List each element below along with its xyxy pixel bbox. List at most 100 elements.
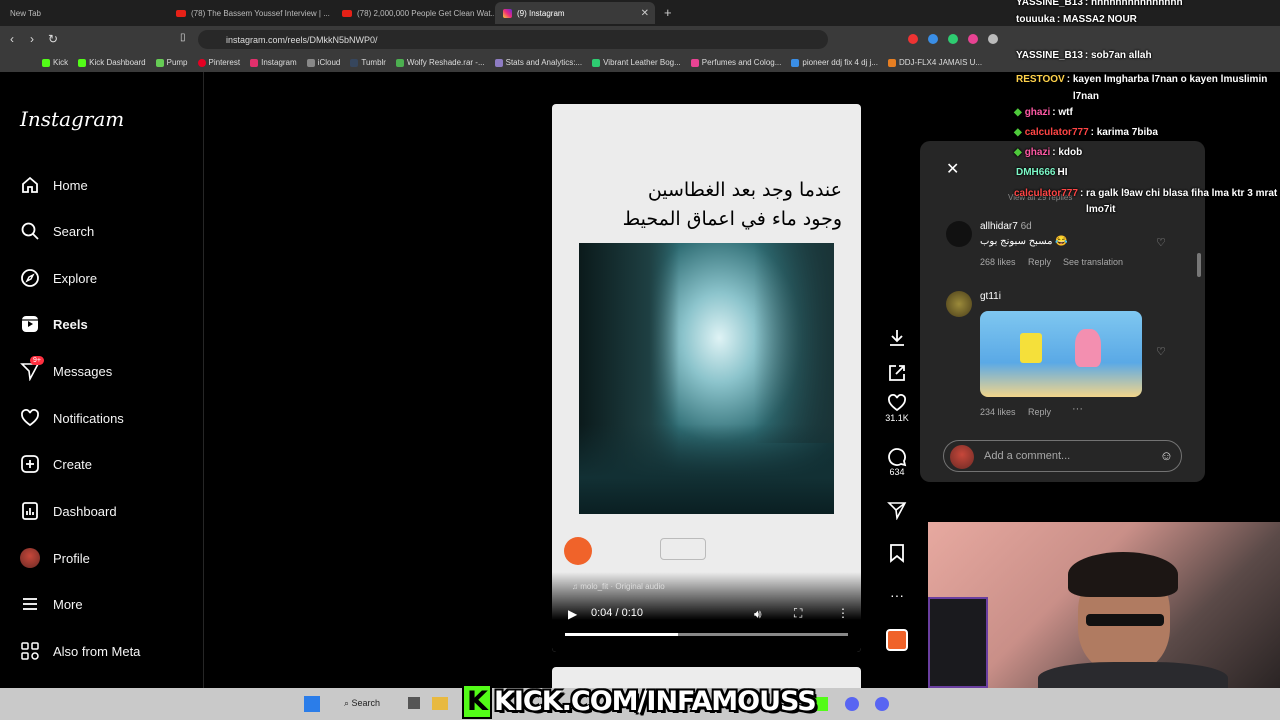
bookmark-vibrant[interactable]: Vibrant Leather Bog... [592,58,681,67]
address-bar[interactable]: instagram.com/reels/DMkkN5bNWP0/ [198,30,828,49]
comment-gif[interactable] [980,311,1142,397]
youtube-icon [176,9,186,17]
extension-icon[interactable] [908,34,918,44]
task-view-icon[interactable] [408,697,420,709]
tab-youtube-1[interactable]: (78) The Bassem Youssef Interview | ... [168,2,333,24]
comment-username[interactable]: allhidar7 6d [980,221,1032,232]
bookmark-icon [890,544,904,563]
windows-start-icon[interactable] [304,696,320,712]
nav-more[interactable]: More [20,591,83,617]
sunglasses [1086,614,1164,626]
tab-title: (78) The Bassem Youssef Interview | ... [191,8,330,18]
video-progress-bar[interactable] [565,633,848,636]
audio-label[interactable]: ♫ molo_fit · Original audio [572,582,665,591]
search-icon [20,221,40,241]
bookmark-kick[interactable]: Kick [42,58,68,67]
discord-icon[interactable] [845,697,859,711]
instagram-logo[interactable]: Instagram [20,107,124,131]
comment-like-icon[interactable]: ♡ [1156,236,1166,249]
back-icon[interactable]: ‹ [10,32,14,46]
person-hair [1068,552,1178,597]
send-icon [887,502,907,520]
comment-icon [888,448,907,467]
add-comment-input[interactable]: Add a comment... ☺ [943,440,1182,472]
bookmark-perfumes[interactable]: Perfumes and Colog... [690,58,781,67]
chat-message: ◆ ghazi: wtf [1014,107,1073,118]
close-icon[interactable]: ✕ [946,159,959,179]
comment-like-icon[interactable]: ♡ [1156,345,1166,358]
forward-icon[interactable]: › [30,32,34,46]
avatar[interactable] [946,291,972,317]
bookmark-ddj[interactable]: DDJ-FLX4 JAMAIS U... [888,58,982,67]
reply-button[interactable]: Reply [1028,407,1051,417]
reload-icon[interactable]: ↻ [48,32,58,46]
instagram-icon [503,8,512,18]
nav-search[interactable]: Search [20,218,94,244]
reply-button[interactable]: Reply [1028,257,1051,267]
bookmark-icon[interactable]: ▯ [180,32,186,43]
verified-icon: ◆ [1014,107,1022,118]
chat-message: RESTOOV: kayen lmgharba l7nan o kayen lm… [1016,74,1268,102]
nav-label: Create [53,456,93,472]
see-translation-button[interactable]: See translation [1063,257,1123,267]
bookmark-kick-dashboard[interactable]: Kick Dashboard [78,58,146,67]
emoji-icon[interactable]: ☺ [1160,448,1173,463]
more-options-icon[interactable]: ⋮ [837,606,849,620]
bookmark-pinterest[interactable]: Pinterest [197,58,240,67]
play-icon[interactable]: ▶ [568,607,577,621]
chat-message: ◆ calculator777: karima 7biba [1014,127,1158,138]
browser-toolbar: ‹ › ↻ ▯ instagram.com/reels/DMkkN5bNWP0/ [0,26,1280,53]
nav-profile[interactable]: Profile [20,545,90,571]
tab-new-tab[interactable]: New Tab [2,2,167,24]
nav-notifications[interactable]: Notifications [20,405,124,431]
file-explorer-icon[interactable] [432,697,448,710]
like-button[interactable]: 31.1K [885,393,909,423]
share-external-button[interactable] [885,363,909,383]
more-icon[interactable]: ··· [1072,403,1083,415]
bookmark-stats[interactable]: Stats and Analytics:... [494,58,582,67]
nav-also-from-meta[interactable]: Also from Meta [20,638,140,664]
avatar[interactable] [946,221,972,247]
comments-scrollbar[interactable] [1197,253,1201,277]
bookmark-pioneer[interactable]: pioneer ddj fix 4 dj j... [791,58,878,67]
taskbar-search[interactable]: ⌕ Search [344,698,380,709]
volume-icon[interactable]: 🔊︎ [754,607,762,622]
instagram-sidebar: Instagram Home Search Explore Reels Mess… [0,72,204,688]
chat-message: DMH666 HI [1016,167,1068,178]
tab-instagram[interactable]: (9) Instagram ✕ [495,2,655,24]
nav-home[interactable]: Home [20,172,88,198]
nav-dashboard[interactable]: Dashboard [20,498,117,524]
audio-cover-thumbnail[interactable] [886,629,908,651]
reel-video-frame[interactable] [579,243,834,514]
extension-icon[interactable] [968,34,978,44]
extension-icon[interactable] [928,34,938,44]
verified-icon: ◆ [1014,147,1022,158]
comment-button[interactable]: 634 [885,447,909,477]
save-button[interactable] [885,543,909,563]
bookmark-pump[interactable]: Pump [155,58,188,67]
download-button[interactable] [885,328,909,348]
more-icon[interactable]: ··· [885,587,909,603]
nav-explore[interactable]: Explore [20,265,97,291]
new-tab-button[interactable]: + [664,5,672,20]
extension-icon[interactable] [988,34,998,44]
comment-likes[interactable]: 234 likes [980,407,1016,417]
discord-icon[interactable] [875,697,889,711]
bookmark-icloud[interactable]: iCloud [306,58,340,67]
nav-label: Messages [53,363,113,379]
extension-icon[interactable] [948,34,958,44]
reel-player[interactable]: عندما وجد بعد الغطاسين وجود ماء في اعماق… [552,104,861,652]
kick-app-icon[interactable] [814,697,828,711]
close-icon[interactable]: ✕ [641,8,649,19]
bookmark-tumblr[interactable]: Tumblr [350,58,386,67]
bookmark-wolfy[interactable]: Wolfy Reshade.rar -... [395,58,485,67]
webcam-feed [928,522,1280,688]
nav-create[interactable]: Create [20,451,92,477]
fullscreen-icon[interactable]: ⛶ [794,606,802,621]
tab-youtube-2[interactable]: (78) 2,000,000 People Get Clean Wat... [334,2,494,24]
bookmark-instagram[interactable]: Instagram [250,58,297,67]
comment-username[interactable]: gt11i [980,291,1001,302]
share-button[interactable] [885,500,909,520]
nav-reels[interactable]: Reels [20,311,88,337]
comment-likes[interactable]: 268 likes [980,257,1016,267]
